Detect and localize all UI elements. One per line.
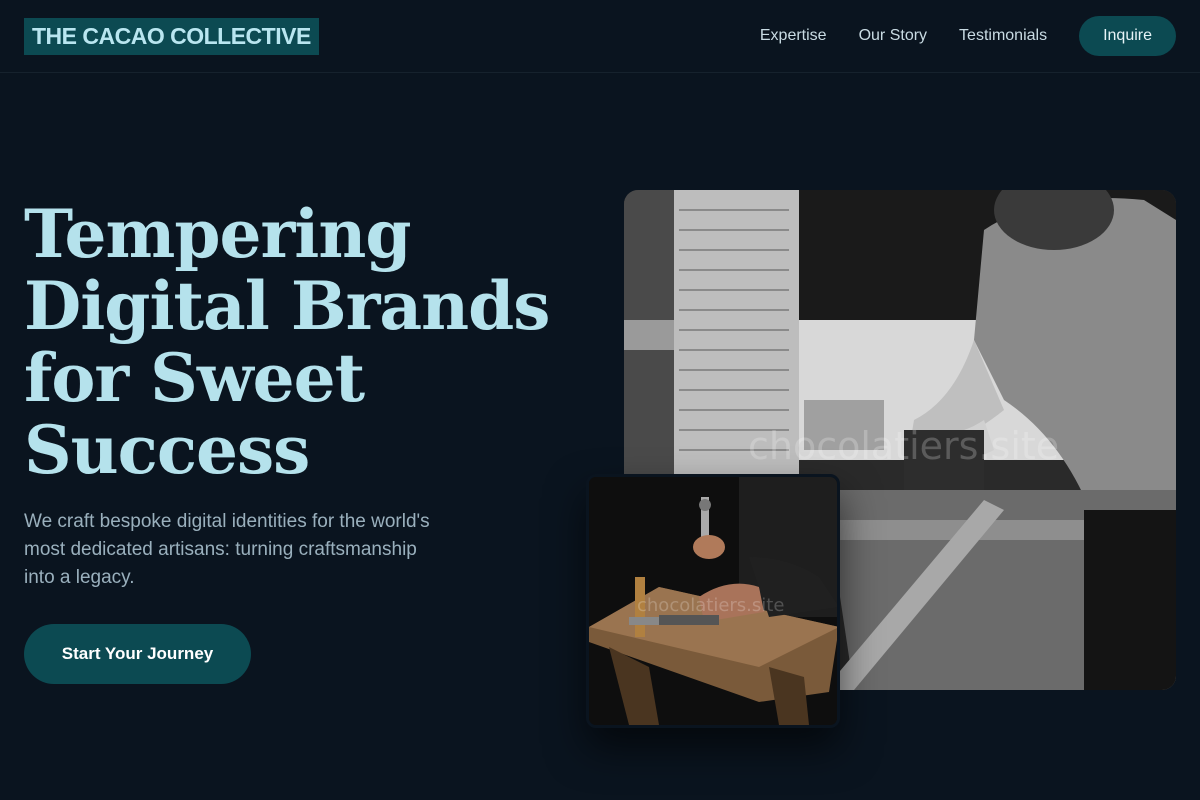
- brand-logo[interactable]: THE CACAO COLLECTIVE: [24, 17, 319, 55]
- start-journey-button[interactable]: Start Your Journey: [24, 624, 251, 684]
- photo-watermark-small: chocolatiers.site: [637, 595, 785, 616]
- inquire-button[interactable]: Inquire: [1079, 16, 1176, 56]
- nav-link-expertise[interactable]: Expertise: [760, 27, 827, 45]
- main-nav: Expertise Our Story Testimonials Inquire: [728, 16, 1176, 56]
- hero-title: Tempering Digital Brands for Sweet Succe…: [24, 195, 550, 489]
- nav-link-our-story[interactable]: Our Story: [859, 27, 927, 45]
- photo-watermark: chocolatiers.site: [748, 424, 1060, 468]
- artisan-hands-photo: chocolatiers.site: [586, 474, 840, 728]
- nav-link-testimonials[interactable]: Testimonials: [959, 27, 1047, 45]
- site-header: THE CACAO COLLECTIVE Expertise Our Story…: [0, 0, 1200, 73]
- hero-subtitle: We craft bespoke digital identities for …: [24, 511, 430, 588]
